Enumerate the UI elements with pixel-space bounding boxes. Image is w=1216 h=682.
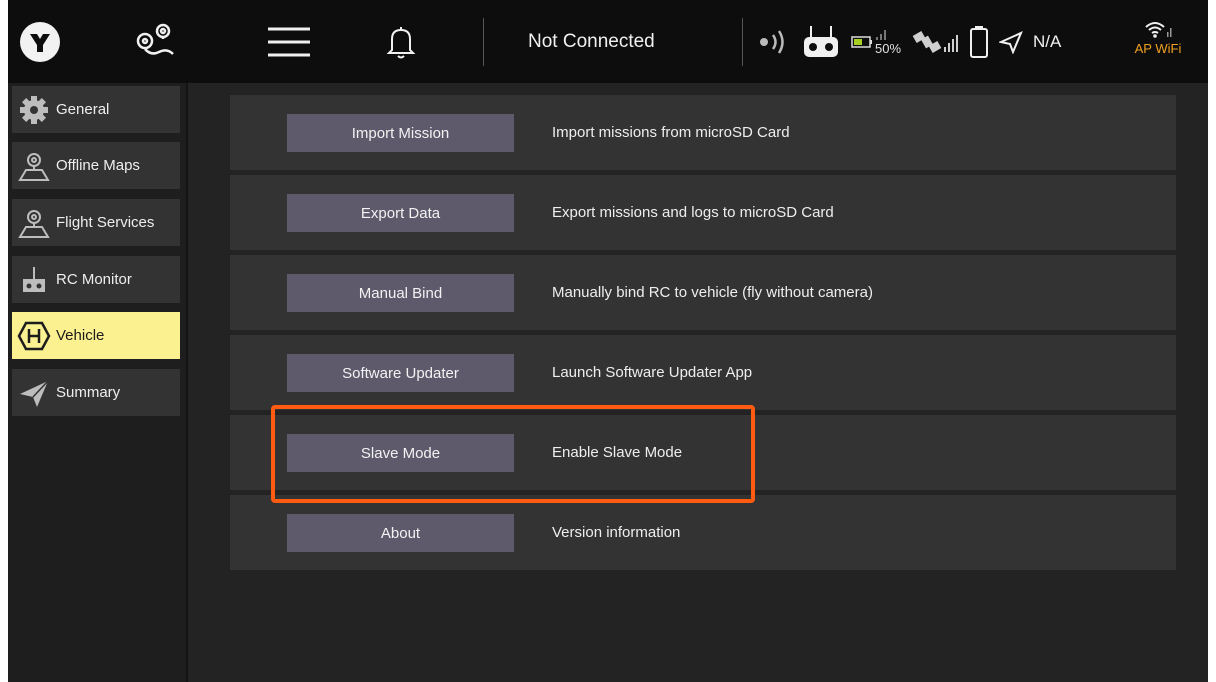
- rc-signal-bars-icon: [876, 30, 886, 40]
- paper-plane-icon: [12, 369, 56, 416]
- row-description: Launch Software Updater App: [552, 364, 753, 381]
- settings-row-import-mission: Import Mission Import missions from micr…: [230, 95, 1176, 170]
- top-toolbar: Not Connected 50% N/A AP WiFi: [8, 0, 1208, 83]
- rc-controller-icon: [12, 256, 56, 303]
- map-pin-icon: [12, 199, 56, 246]
- hexagon-h-icon: [12, 312, 56, 359]
- row-description: Export missions and logs to microSD Card: [552, 204, 834, 221]
- satellite-icon: [911, 27, 959, 57]
- vehicle-battery-icon: [969, 25, 989, 59]
- wifi-label: AP WiFi: [1134, 41, 1182, 56]
- row-description: Version information: [552, 524, 681, 541]
- software-updater-button[interactable]: Software Updater: [287, 354, 514, 392]
- rc-battery-icon: 50%: [851, 27, 901, 56]
- about-button[interactable]: About: [287, 514, 514, 552]
- sidebar-item-label: Vehicle: [56, 327, 105, 344]
- settings-sidebar: General Offline Maps Flight Services RC …: [8, 83, 188, 682]
- sidebar-item-offline-maps[interactable]: Offline Maps: [12, 142, 180, 189]
- settings-row-software-updater: Software Updater Launch Software Updater…: [230, 335, 1176, 410]
- sidebar-item-rc-monitor[interactable]: RC Monitor: [12, 256, 180, 303]
- sidebar-item-label: General: [56, 101, 110, 118]
- wifi-icon: [1145, 22, 1172, 38]
- sidebar-item-label: RC Monitor: [56, 271, 132, 288]
- export-data-button[interactable]: Export Data: [287, 194, 514, 232]
- app-window: Not Connected 50% N/A AP WiFi General Of…: [8, 0, 1208, 682]
- sidebar-item-vehicle[interactable]: Vehicle: [12, 312, 180, 359]
- sidebar-item-label: Flight Services: [56, 214, 155, 231]
- gear-icon: [12, 86, 56, 133]
- sidebar-item-general[interactable]: General: [12, 86, 180, 133]
- signal-icon: [751, 27, 791, 57]
- settings-row-about: About Version information: [230, 495, 1176, 570]
- rc-controller-icon: [801, 24, 841, 60]
- menu-icon[interactable]: [263, 0, 315, 83]
- slave-mode-button[interactable]: Slave Mode: [287, 434, 514, 472]
- sidebar-item-flight-services[interactable]: Flight Services: [12, 199, 180, 246]
- row-description: Enable Slave Mode: [552, 444, 683, 461]
- vehicle-icon: [999, 30, 1023, 54]
- settings-row-export-data: Export Data Export missions and logs to …: [230, 175, 1176, 250]
- camera-status: N/A: [1033, 31, 1062, 51]
- mission-plan-icon[interactable]: [130, 0, 180, 83]
- settings-row-slave-mode: Slave Mode Enable Slave Mode: [230, 415, 1176, 490]
- wifi-status[interactable]: AP WiFi: [1123, 18, 1193, 66]
- yuneec-logo-icon[interactable]: [16, 0, 64, 83]
- sidebar-item-label: Summary: [56, 384, 121, 401]
- bell-icon[interactable]: [383, 0, 419, 83]
- sidebar-item-label: Offline Maps: [56, 157, 140, 174]
- sidebar-item-summary[interactable]: Summary: [12, 369, 180, 416]
- connection-status: Not Connected: [528, 30, 655, 52]
- map-pin-icon: [12, 142, 56, 189]
- row-description: Import missions from microSD Card: [552, 124, 790, 141]
- import-mission-button[interactable]: Import Mission: [287, 114, 514, 152]
- row-description: Manually bind RC to vehicle (fly without…: [552, 284, 873, 301]
- settings-row-manual-bind: Manual Bind Manually bind RC to vehicle …: [230, 255, 1176, 330]
- toolbar-divider: [742, 18, 743, 66]
- battery-percent: 50%: [875, 41, 902, 56]
- manual-bind-button[interactable]: Manual Bind: [287, 274, 514, 312]
- toolbar-divider: [483, 18, 484, 66]
- status-indicators: 50% N/A: [751, 0, 1071, 83]
